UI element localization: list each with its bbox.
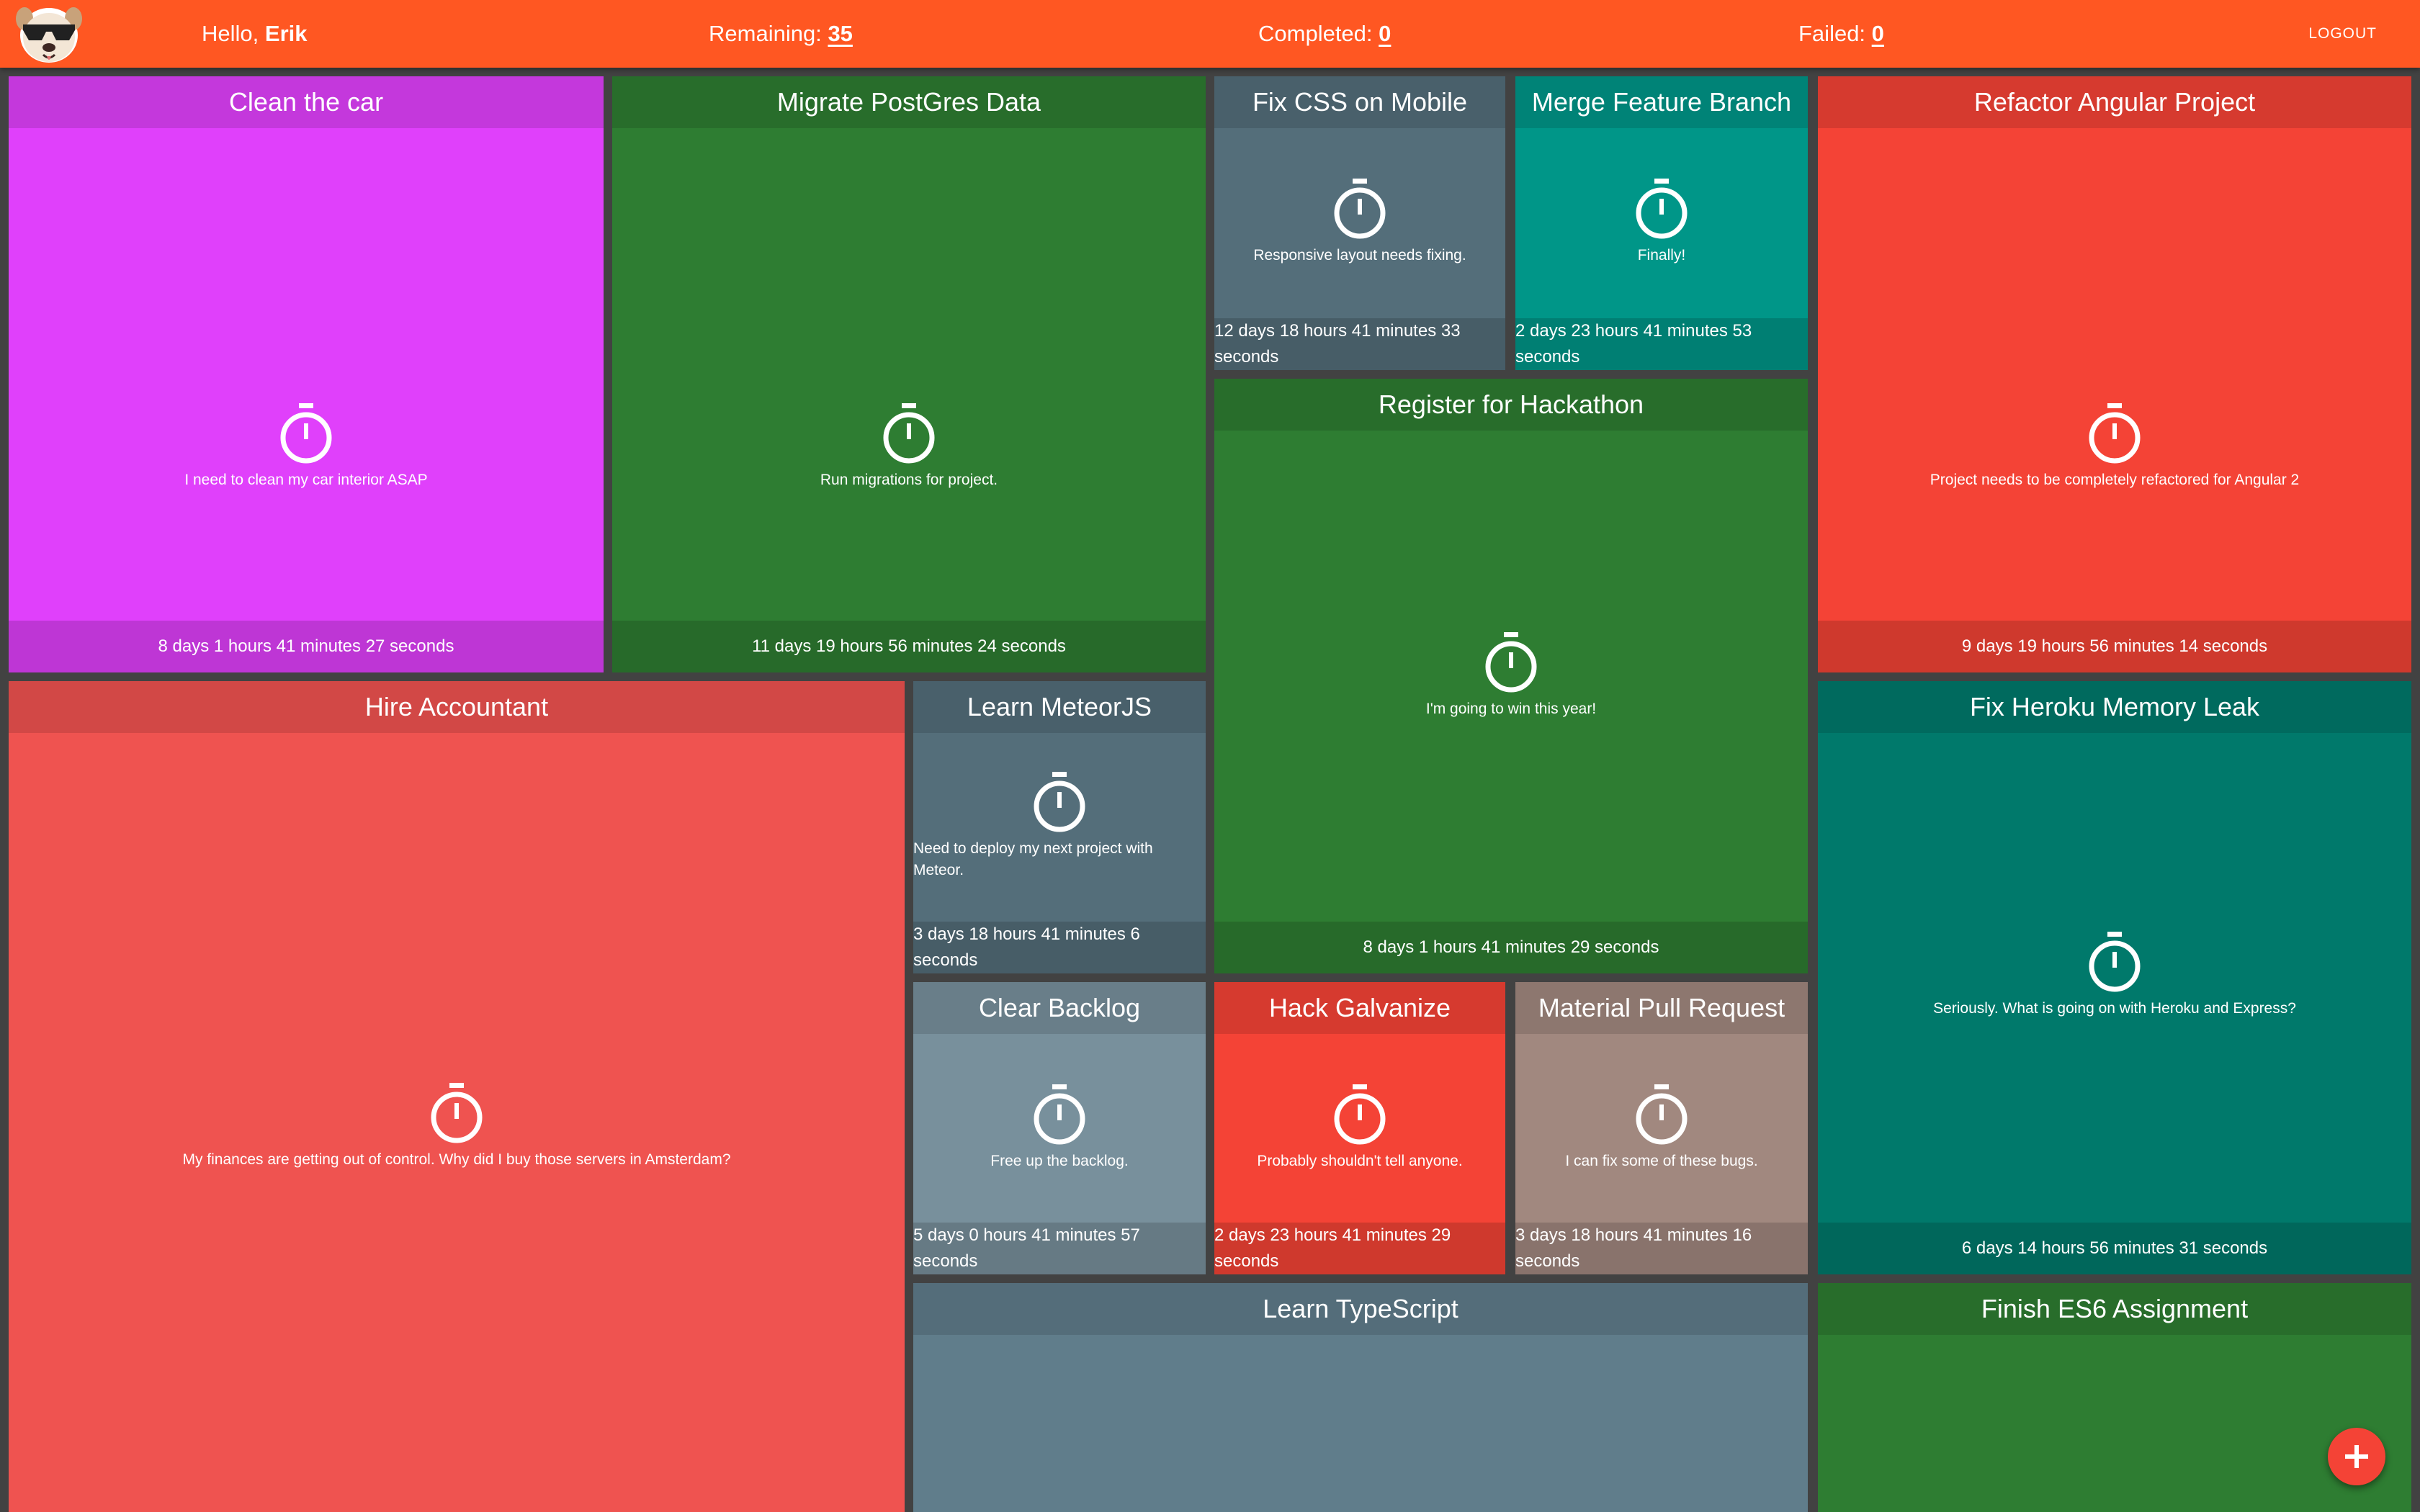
task-description: Run migrations for project. [820,472,998,488]
task-card[interactable]: Hire Accountant My finances are getting … [9,681,905,1512]
task-description: I'm going to win this year! [1425,701,1597,717]
task-description: Probably shouldn't tell anyone. [1257,1153,1463,1169]
task-title: Finish ES6 Assignment [1818,1283,2411,1335]
task-countdown: 8 days 1 hours 41 minutes 27 seconds [9,621,604,672]
plus-icon [2345,1445,2368,1468]
stopwatch-icon [1636,179,1688,239]
task-description: I need to clean my car interior ASAP [184,472,428,488]
logout-button[interactable]: LOGOUT [2301,19,2384,48]
stopwatch-icon [1034,1084,1085,1145]
task-card[interactable]: Material Pull Request I can fix some of … [1515,982,1808,1274]
task-card[interactable]: Migrate PostGres Data Run migrations for… [612,76,1206,672]
stopwatch-icon [1334,1084,1386,1145]
stopwatch-icon [883,403,935,464]
task-title: Refactor Angular Project [1818,76,2411,128]
task-countdown: 3 days 18 hours 41 minutes 16 seconds [1515,1223,1808,1274]
task-countdown: 9 days 19 hours 56 minutes 14 seconds [1818,621,2411,672]
stopwatch-icon [2089,403,2141,464]
task-description: Free up the backlog. [990,1153,1129,1169]
task-countdown: 11 days 19 hours 56 minutes 24 seconds [612,621,1206,672]
task-title: Migrate PostGres Data [612,76,1206,128]
task-card[interactable]: Learn MeteorJS Need to deploy my next pr… [913,681,1206,973]
task-description: Seriously. What is going on with Heroku … [1933,1000,2296,1017]
task-title: Fix CSS on Mobile [1214,76,1505,128]
stopwatch-icon [2089,932,2141,992]
stopwatch-icon [1485,632,1537,693]
stopwatch-icon [1034,772,1085,832]
failed-count: 0 [1871,21,1884,46]
cool-dog-logo-icon[interactable] [14,3,84,65]
add-task-button[interactable] [2328,1428,2385,1485]
task-countdown: 12 days 18 hours 41 minutes 33 seconds [1214,318,1505,370]
remaining-count: 35 [828,21,853,46]
stopwatch-icon [280,403,332,464]
task-title: Merge Feature Branch [1515,76,1808,128]
task-title: Learn MeteorJS [913,681,1206,733]
task-title: Learn TypeScript [913,1283,1808,1335]
task-countdown: 3 days 18 hours 41 minutes 6 seconds [913,922,1206,973]
task-card[interactable]: Fix CSS on Mobile Responsive layout need… [1214,76,1505,370]
task-countdown: 2 days 23 hours 41 minutes 29 seconds [1214,1223,1505,1274]
task-card[interactable]: Refactor Angular Project Project needs t… [1818,76,2411,672]
task-card[interactable]: Finish ES6 Assignment [1818,1283,2411,1512]
greeting: Hello, Erik [202,0,308,68]
task-countdown: 5 days 0 hours 41 minutes 57 seconds [913,1223,1206,1274]
task-card[interactable]: Merge Feature Branch Finally! 2 days 23 … [1515,76,1808,370]
stopwatch-icon [1636,1084,1688,1145]
task-description: Need to deploy my next project with Mete… [913,840,1153,878]
task-countdown: 6 days 14 hours 56 minutes 31 seconds [1818,1223,2411,1274]
task-countdown: 8 days 1 hours 41 minutes 29 seconds [1214,922,1808,973]
task-card[interactable]: Learn TypeScript [913,1283,1808,1512]
completed-label: Completed: [1258,21,1373,46]
stopwatch-icon [431,1083,483,1143]
completed-count: 0 [1379,21,1392,46]
task-description: I can fix some of these bugs. [1565,1153,1758,1169]
task-card[interactable]: Clean the car I need to clean my car int… [9,76,604,672]
failed-stat: Failed: 0 [1798,0,1884,68]
remaining-label: Remaining: [709,21,822,46]
task-description: My finances are getting out of control. … [182,1151,731,1168]
task-card[interactable]: Register for Hackathon I'm going to win … [1214,379,1808,973]
task-title: Material Pull Request [1515,982,1808,1034]
task-title: Clean the car [9,76,604,128]
task-card[interactable]: Fix Heroku Memory Leak Seriously. What i… [1818,681,2411,1274]
greeting-prefix: Hello, [202,21,259,46]
task-title: Hire Accountant [9,681,905,733]
task-countdown: 2 days 23 hours 41 minutes 53 seconds [1515,318,1808,370]
task-title: Hack Galvanize [1214,982,1505,1034]
task-title: Clear Backlog [913,982,1206,1034]
user-name: Erik [264,21,308,46]
task-card[interactable]: Clear Backlog Free up the backlog. 5 day… [913,982,1206,1274]
task-title: Register for Hackathon [1214,379,1808,431]
task-description: Responsive layout needs fixing. [1253,247,1466,264]
task-description: Finally! [1637,247,1686,264]
failed-label: Failed: [1798,21,1866,46]
task-description: Project needs to be completely refactore… [1930,472,2300,488]
task-title: Fix Heroku Memory Leak [1818,681,2411,733]
top-app-bar: Hello, Erik Remaining: 35 Completed: 0 F… [0,0,2420,68]
remaining-stat: Remaining: 35 [709,0,853,68]
stopwatch-icon [1334,179,1386,239]
completed-stat: Completed: 0 [1258,0,1391,68]
task-card[interactable]: Hack Galvanize Probably shouldn't tell a… [1214,982,1505,1274]
